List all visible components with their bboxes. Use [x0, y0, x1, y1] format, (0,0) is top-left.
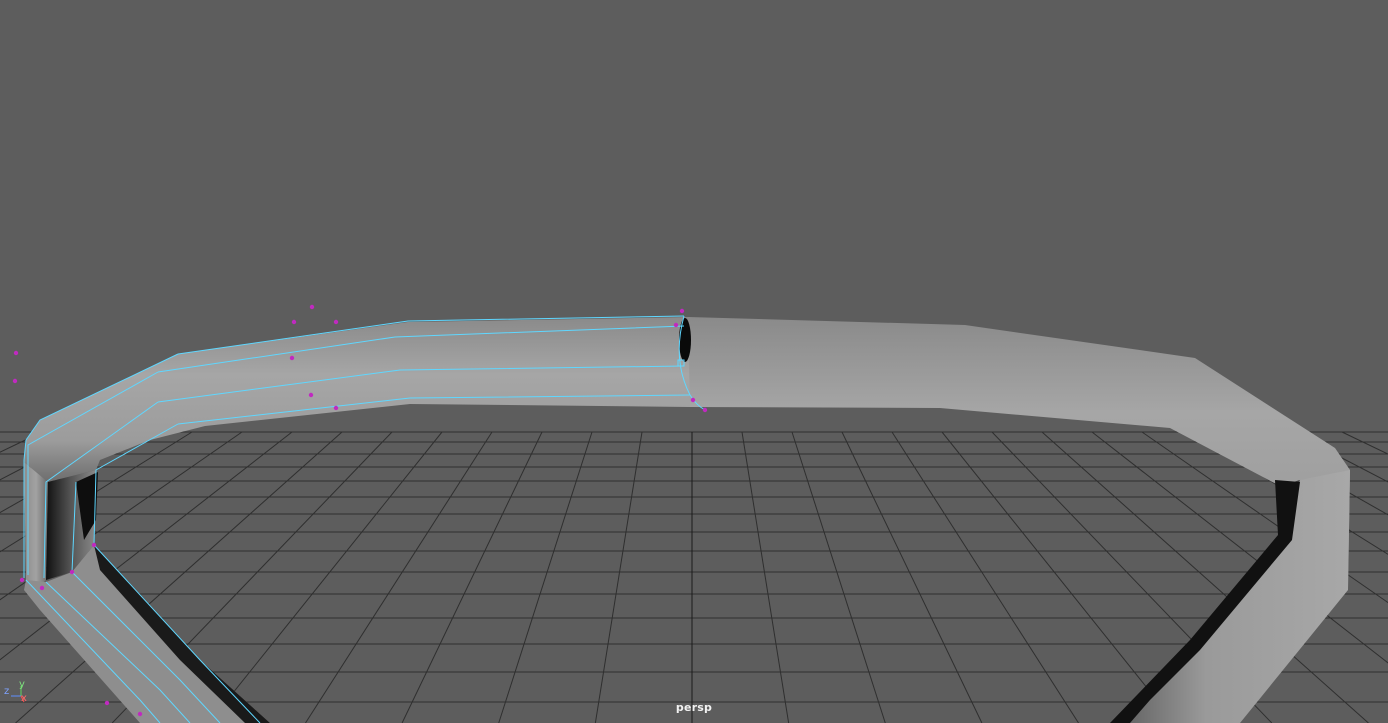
maya-perspective-viewport[interactable]: y z x persp [0, 0, 1388, 723]
control-point [12, 378, 18, 384]
grid-line [741, 431, 790, 723]
viewport-scene[interactable] [0, 0, 1388, 723]
tube-top-left-segment [24, 317, 690, 482]
control-point [91, 542, 97, 548]
control-point [69, 569, 75, 575]
control-point [679, 308, 685, 314]
grid-line [401, 431, 543, 723]
control-point [308, 392, 314, 398]
tube-seam-opening [679, 318, 691, 362]
grid-line [941, 431, 1176, 723]
axis-y-label: y [19, 679, 25, 690]
grid-line [305, 431, 493, 723]
control-point [13, 350, 19, 356]
control-point [309, 304, 315, 310]
control-point [333, 319, 339, 325]
grid-line [891, 431, 1079, 723]
control-point [19, 577, 25, 583]
control-point [333, 405, 339, 411]
grid-line [841, 431, 983, 723]
control-point [291, 319, 297, 325]
grid-line [208, 431, 443, 723]
grid-line [791, 431, 886, 723]
control-point [702, 407, 708, 413]
axis-z-label: z [4, 686, 10, 697]
control-point [673, 322, 679, 328]
grid-line [594, 431, 643, 723]
control-point [39, 585, 45, 591]
control-point [690, 397, 696, 403]
grid-line [498, 431, 593, 723]
tube-mesh [24, 317, 1350, 723]
camera-name-label: persp [675, 701, 713, 714]
control-point [289, 355, 295, 361]
